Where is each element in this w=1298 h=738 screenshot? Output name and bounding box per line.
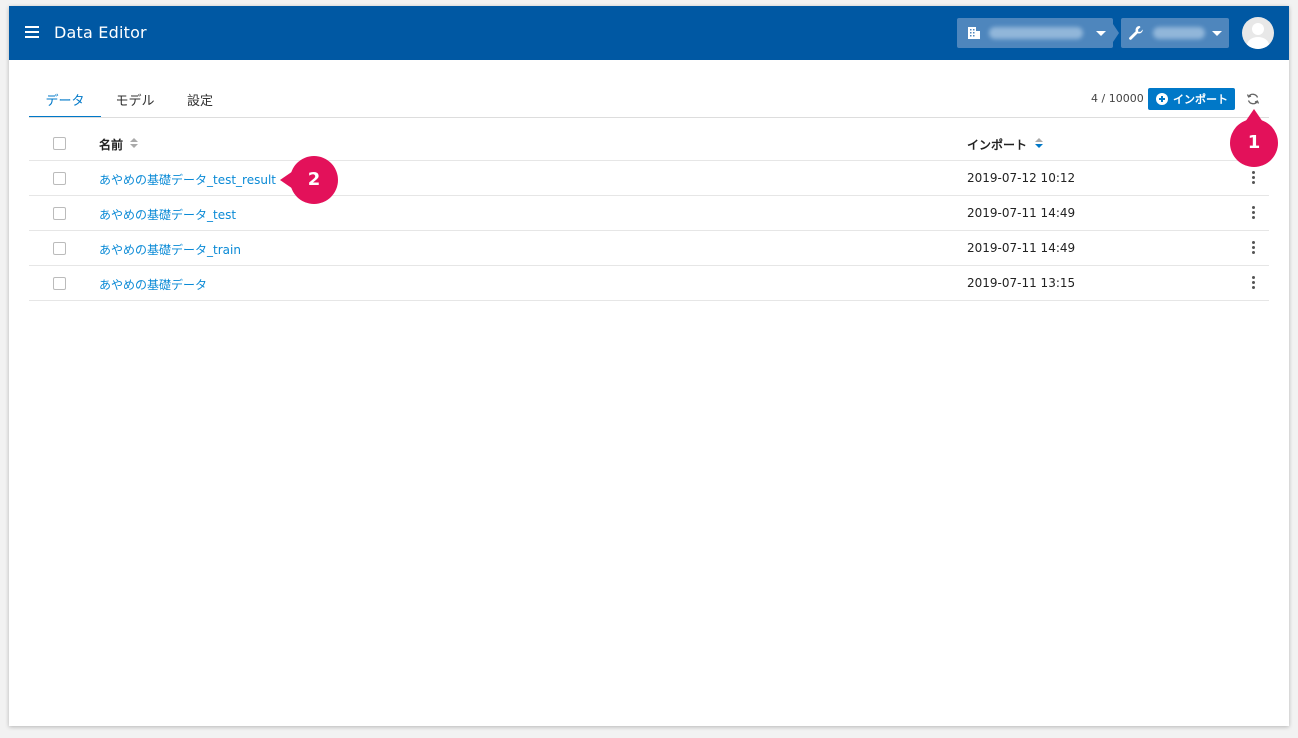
import-button[interactable]: インポート (1148, 88, 1235, 110)
app-title: Data Editor (54, 23, 147, 42)
tab-data[interactable]: データ (29, 84, 101, 118)
row-checkbox[interactable] (53, 277, 66, 290)
avatar-icon[interactable] (1242, 17, 1274, 49)
app-bar: Data Editor (9, 6, 1289, 60)
building-icon (968, 27, 980, 39)
sort-icon[interactable] (1035, 138, 1043, 150)
table-row: あやめの基礎データ_train 2019-07-11 14:49 (29, 231, 1269, 266)
select-all-checkbox[interactable] (53, 137, 66, 150)
column-header-name[interactable]: 名前 (99, 136, 123, 153)
row-checkbox[interactable] (53, 242, 66, 255)
tab-model[interactable]: モデル (105, 84, 165, 118)
caret-down-icon (1096, 31, 1106, 36)
more-vert-icon[interactable] (1249, 206, 1257, 220)
import-date: 2019-07-12 10:12 (967, 171, 1076, 185)
project-name-redacted (1153, 27, 1205, 39)
row-checkbox[interactable] (53, 207, 66, 220)
table-row: あやめの基礎データ_test 2019-07-11 14:49 (29, 196, 1269, 231)
callout-badge-1: 1 (1230, 109, 1278, 167)
menu-icon[interactable] (25, 26, 41, 40)
project-select[interactable] (1121, 18, 1229, 48)
tab-divider (29, 117, 1269, 118)
more-vert-icon[interactable] (1249, 276, 1257, 290)
app-window: Data Editor データ モデル 設定 4 / 10000 インポート 名… (9, 6, 1289, 726)
column-header-import[interactable]: インポート (967, 136, 1027, 153)
table-row: あやめの基礎データ_test_result 2019-07-12 10:12 (29, 161, 1269, 196)
more-vert-icon[interactable] (1249, 241, 1257, 255)
dataset-count: 4 / 10000 (1091, 92, 1144, 105)
import-date: 2019-07-11 14:49 (967, 241, 1076, 255)
import-date: 2019-07-11 14:49 (967, 206, 1076, 220)
plus-circle-icon (1156, 93, 1168, 105)
refresh-icon[interactable] (1246, 92, 1260, 106)
organization-name-redacted (989, 27, 1083, 39)
breadcrumb-chevron (1109, 18, 1119, 48)
import-date: 2019-07-11 13:15 (967, 276, 1076, 290)
more-vert-icon[interactable] (1249, 171, 1257, 185)
row-checkbox[interactable] (53, 172, 66, 185)
dataset-name-link[interactable]: あやめの基礎データ (99, 276, 207, 293)
dataset-table: 名前 インポート あやめの基礎データ_test_result 2019-07-1… (29, 126, 1269, 301)
organization-select[interactable] (957, 18, 1113, 48)
dataset-name-link[interactable]: あやめの基礎データ_test (99, 206, 236, 223)
dataset-name-link[interactable]: あやめの基礎データ_test_result (99, 171, 276, 188)
wrench-icon (1129, 26, 1143, 40)
tab-settings[interactable]: 設定 (175, 84, 225, 118)
callout-badge-2: 2 (280, 156, 338, 204)
sort-icon[interactable] (130, 138, 138, 150)
table-row: あやめの基礎データ 2019-07-11 13:15 (29, 266, 1269, 301)
dataset-name-link[interactable]: あやめの基礎データ_train (99, 241, 241, 258)
caret-down-icon (1212, 31, 1222, 36)
table-header-row: 名前 インポート (29, 126, 1269, 161)
import-button-label: インポート (1173, 93, 1228, 106)
